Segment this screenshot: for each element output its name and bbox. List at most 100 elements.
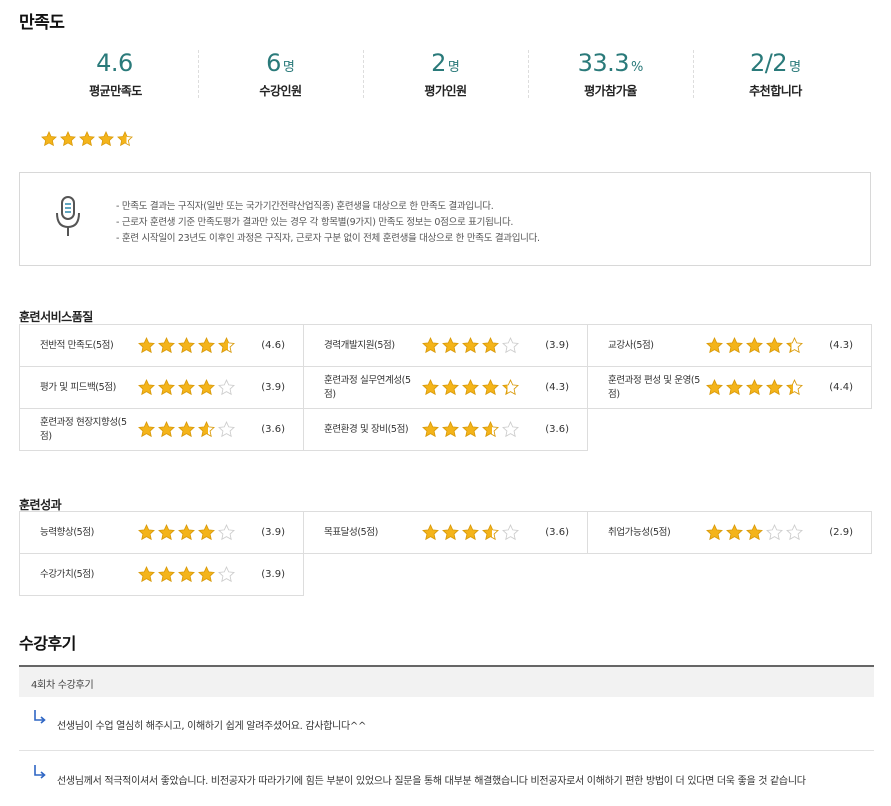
rating-stars xyxy=(706,379,803,396)
stat-unit: 명 xyxy=(447,60,460,75)
rating-stars xyxy=(422,379,519,396)
star-icon xyxy=(422,379,439,396)
rating-item: 훈련과정 실무연계성(5점) (4.3) xyxy=(303,366,588,409)
service-quality-grid: 전반적 만족도(5점) (4.6) 경력개발지원(5점) (3.9) 교강사(5점)… xyxy=(19,324,872,451)
stat-value: 2/2 xyxy=(749,49,788,77)
star-icon xyxy=(158,524,175,541)
rating-item: 훈련환경 및 장비(5점) (3.6) xyxy=(303,408,588,451)
star-icon xyxy=(726,524,743,541)
rating-item: 경력개발지원(5점) (3.9) xyxy=(303,324,588,367)
star-icon xyxy=(726,337,743,354)
star-icon xyxy=(706,524,723,541)
star-icon xyxy=(746,337,763,354)
rating-stars xyxy=(706,337,803,354)
rating-item: 능력향상(5점) (3.9) xyxy=(19,511,304,554)
rating-item-name: 훈련과정 편성 및 운영(5점) xyxy=(608,374,700,400)
rating-item: 교강사(5점) (4.3) xyxy=(587,324,872,367)
star-icon xyxy=(158,337,175,354)
star-icon xyxy=(502,421,519,438)
star-icon xyxy=(178,566,195,583)
stat-recommend: 2/2 명 추천합니다 xyxy=(693,48,858,108)
rating-item: 전반적 만족도(5점) (4.6) xyxy=(19,324,304,367)
service-quality-title: 훈련서비스품질 xyxy=(19,310,93,324)
star-icon xyxy=(766,379,783,396)
star-icon xyxy=(117,131,133,147)
star-icon xyxy=(482,379,499,396)
reply-arrow-icon xyxy=(34,710,46,724)
rating-score: (3.6) xyxy=(545,527,569,538)
satisfaction-title: 만족도 xyxy=(19,13,65,33)
star-icon xyxy=(462,524,479,541)
star-icon xyxy=(442,524,459,541)
rating-item-name: 평가 및 피드백(5점) xyxy=(40,381,116,393)
star-icon xyxy=(502,524,519,541)
star-icon xyxy=(198,524,215,541)
rating-stars xyxy=(138,337,235,354)
stat-value: 6 xyxy=(266,49,281,77)
rating-stars xyxy=(706,524,803,541)
rating-stars xyxy=(422,337,519,354)
notice-box: - 만족도 결과는 구직자(일반 또는 국가기간전략산업직종) 훈련생을 대상으… xyxy=(19,172,871,266)
rating-item: 훈련과정 편성 및 운영(5점) (4.4) xyxy=(587,366,872,409)
star-icon xyxy=(198,337,215,354)
stat-enrolled: 6명 수강인원 xyxy=(198,48,363,108)
stat-participation-rate: 33.3% 평가참가율 xyxy=(528,48,693,108)
rating-item: 훈련과정 현장지향성(5점) (3.6) xyxy=(19,408,304,451)
rating-item: 목표달성(5점) (3.6) xyxy=(303,511,588,554)
rating-item: 수강가치(5점) (3.9) xyxy=(19,553,304,596)
star-icon xyxy=(60,131,76,147)
star-icon xyxy=(218,421,235,438)
star-icon xyxy=(462,421,479,438)
rating-item: 평가 및 피드백(5점) (3.9) xyxy=(19,366,304,409)
rating-stars xyxy=(138,524,235,541)
review-item: 선생님이 수업 열심히 해주시고, 이해하기 쉽게 알려주셨어요. 감사합니다^… xyxy=(19,697,874,751)
star-icon xyxy=(218,379,235,396)
star-icon xyxy=(198,421,215,438)
stat-label: 추천합니다 xyxy=(749,84,802,98)
star-icon xyxy=(158,566,175,583)
star-icon xyxy=(218,566,235,583)
rating-score: (3.9) xyxy=(261,569,285,580)
stat-unit: % xyxy=(631,60,644,75)
star-icon xyxy=(442,379,459,396)
stat-evaluators: 2명 평가인원 xyxy=(363,48,528,108)
review-item: 선생님께서 적극적이셔서 좋았습니다. 비전공자가 따라가기에 힘든 부분이 있… xyxy=(19,752,874,806)
rating-item: 취업가능성(5점) (2.9) xyxy=(587,511,872,554)
star-icon xyxy=(138,421,155,438)
review-text: 선생님께서 적극적이셔서 좋았습니다. 비전공자가 따라가기에 힘든 부분이 있… xyxy=(57,776,806,787)
rating-stars xyxy=(422,421,519,438)
review-session-header: 4회차 수강후기 xyxy=(19,665,874,697)
star-icon xyxy=(442,337,459,354)
star-icon xyxy=(786,337,803,354)
rating-score: (2.9) xyxy=(829,527,853,538)
stat-label: 수강인원 xyxy=(259,84,302,98)
star-icon xyxy=(138,337,155,354)
star-icon xyxy=(218,524,235,541)
star-icon xyxy=(786,524,803,541)
notice-text: - 만족도 결과는 구직자(일반 또는 국가기간전략산업직종) 훈련생을 대상으… xyxy=(116,199,540,247)
star-icon xyxy=(422,524,439,541)
rating-item-name: 목표달성(5점) xyxy=(324,526,378,538)
star-icon xyxy=(462,379,479,396)
star-icon xyxy=(482,337,499,354)
rating-item-name: 교강사(5점) xyxy=(608,339,654,351)
review-session-label: 4회차 수강후기 xyxy=(31,680,94,691)
star-icon xyxy=(482,524,499,541)
rating-stars xyxy=(138,566,235,583)
star-icon xyxy=(462,337,479,354)
rating-item-name: 수강가치(5점) xyxy=(40,568,94,580)
rating-score: (3.6) xyxy=(261,424,285,435)
star-icon xyxy=(41,131,57,147)
star-icon xyxy=(98,131,114,147)
star-icon xyxy=(198,379,215,396)
star-icon xyxy=(422,337,439,354)
reviews-title: 수강후기 xyxy=(19,634,76,653)
stat-value: 33.3 xyxy=(577,49,630,77)
rating-stars xyxy=(138,379,235,396)
stat-unit: 명 xyxy=(789,60,802,75)
star-icon xyxy=(158,421,175,438)
rating-item-name: 능력향상(5점) xyxy=(40,526,94,538)
star-icon xyxy=(178,524,195,541)
summary-stats: 4.6 평균만족도 6명 수강인원 2명 평가인원 33.3% 평가참가율 2/… xyxy=(33,48,858,108)
rating-score: (4.6) xyxy=(261,340,285,351)
